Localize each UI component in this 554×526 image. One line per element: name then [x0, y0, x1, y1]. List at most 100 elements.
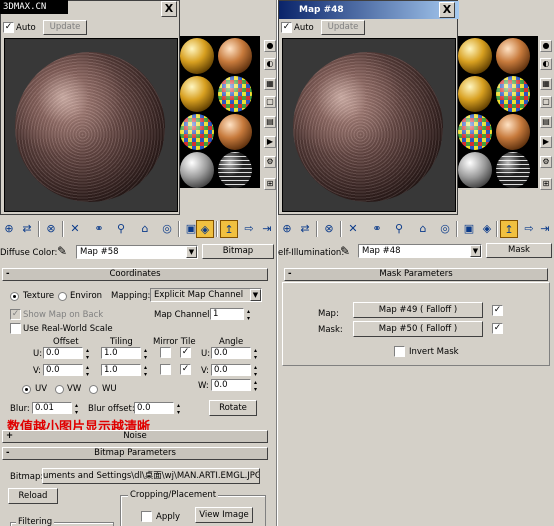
video-color-check-icon[interactable]: ▤ — [540, 116, 552, 128]
get-material-icon[interactable]: ⊕ — [278, 220, 296, 238]
library-icon[interactable]: ⌂ — [136, 220, 154, 238]
v-tile-checkbox[interactable]: ✓ — [180, 364, 191, 375]
background-icon[interactable]: ▦ — [264, 78, 276, 90]
make-preview-icon[interactable]: ▶ — [264, 136, 276, 148]
mask-slot-button[interactable]: Map #50 ( Falloff ) — [353, 321, 483, 337]
uv-tiling-icon[interactable]: ▢ — [264, 96, 276, 108]
sample-slot[interactable] — [180, 114, 214, 150]
auto-checkbox[interactable]: ✓ — [3, 22, 14, 33]
coordinates-rollout-header[interactable]: - Coordinates — [2, 268, 268, 281]
sample-slot[interactable] — [180, 76, 214, 112]
uv-tiling-icon[interactable]: ▢ — [540, 96, 552, 108]
sample-slot[interactable] — [180, 152, 214, 188]
update-button[interactable]: Update — [43, 20, 87, 35]
reload-button[interactable]: Reload — [8, 488, 58, 504]
backlight-icon[interactable]: ◐ — [540, 58, 552, 70]
map-channel-spinner[interactable]: 1 — [210, 308, 252, 322]
pick-material-icon[interactable]: ✎ — [57, 244, 67, 258]
sample-slot[interactable] — [458, 76, 492, 112]
pick-material-icon[interactable]: ✎ — [340, 244, 350, 258]
sample-slot[interactable] — [218, 114, 252, 150]
sample-slot[interactable] — [218, 76, 252, 112]
environ-radio[interactable] — [58, 292, 67, 301]
put-to-scene-icon[interactable]: ⇄ — [296, 220, 314, 238]
chevron-down-icon[interactable]: ▼ — [250, 289, 261, 301]
put-to-library-icon[interactable]: ⚲ — [390, 220, 408, 238]
sample-slot[interactable] — [180, 38, 214, 74]
material-id-icon[interactable]: ◎ — [436, 220, 454, 238]
go-to-parent-icon[interactable]: ↥ — [500, 220, 518, 238]
map-enable-checkbox[interactable]: ✓ — [492, 305, 503, 316]
mapping-dropdown[interactable]: Explicit Map Channel ▼ — [150, 288, 262, 302]
u-angle-spinner[interactable]: 0.0 — [211, 347, 259, 361]
mask-enable-checkbox[interactable]: ✓ — [492, 323, 503, 334]
sample-slot[interactable] — [218, 38, 252, 74]
sample-slot[interactable] — [458, 38, 492, 74]
make-preview-icon[interactable]: ▶ — [540, 136, 552, 148]
show-end-result-icon[interactable]: ◈ — [196, 220, 214, 238]
texture-radio[interactable] — [10, 292, 19, 301]
sample-slot[interactable] — [458, 152, 492, 188]
go-sibling-icon[interactable]: ⇥ — [258, 220, 276, 238]
make-unique-icon[interactable]: ⚭ — [368, 220, 386, 238]
put-to-scene-icon[interactable]: ⇄ — [18, 220, 36, 238]
put-to-library-icon[interactable]: ⚲ — [112, 220, 130, 238]
sample-slot[interactable] — [496, 152, 530, 188]
auto-checkbox[interactable]: ✓ — [281, 22, 292, 33]
get-material-icon[interactable]: ⊕ — [0, 220, 18, 238]
video-color-check-icon[interactable]: ▤ — [264, 116, 276, 128]
go-forward-icon[interactable]: ⇨ — [240, 220, 258, 238]
sample-slot[interactable] — [218, 152, 252, 188]
sample-slot[interactable] — [496, 38, 530, 74]
map-type-button[interactable]: Bitmap — [202, 244, 274, 259]
view-image-button[interactable]: View Image — [195, 507, 253, 523]
blur-spinner[interactable]: 0.01 — [32, 402, 80, 416]
invert-mask-checkbox[interactable] — [394, 346, 405, 357]
sample-slot[interactable] — [458, 114, 492, 150]
bitmap-path-button[interactable]: uments and Settings\dl\桌面\wj\MAN.ARTI.EM… — [42, 468, 260, 484]
sample-type-icon[interactable]: ● — [264, 40, 276, 52]
u-mirror-checkbox[interactable] — [160, 347, 171, 358]
options-icon[interactable]: ⚙ — [540, 156, 552, 168]
v-offset-spinner[interactable]: 0.0 — [43, 364, 91, 378]
sample-slot[interactable] — [496, 114, 530, 150]
background-icon[interactable]: ▦ — [540, 78, 552, 90]
map-name-field[interactable]: Map #58 ▼ — [76, 245, 198, 259]
show-end-result-icon[interactable]: ◈ — [478, 220, 496, 238]
bitmap-parameters-rollout-header[interactable]: - Bitmap Parameters — [2, 447, 268, 460]
chevron-down-icon[interactable]: ▼ — [470, 245, 481, 257]
assign-material-icon[interactable]: ⊗ — [320, 220, 338, 238]
map-slot-button[interactable]: Map #49 ( Falloff ) — [353, 302, 483, 318]
reset-map-icon[interactable]: ✕ — [344, 220, 362, 238]
uv-radio[interactable] — [22, 385, 31, 394]
show-map-icon[interactable]: ▣ — [460, 220, 478, 238]
preview-close-button[interactable]: X — [439, 2, 455, 18]
v-tiling-spinner[interactable]: 1.0 — [101, 364, 149, 378]
reset-map-icon[interactable]: ✕ — [66, 220, 84, 238]
vw-radio[interactable] — [55, 385, 64, 394]
update-button[interactable]: Update — [321, 20, 365, 35]
select-by-material-icon[interactable]: ⊞ — [540, 178, 552, 190]
make-unique-icon[interactable]: ⚭ — [90, 220, 108, 238]
sample-slot[interactable] — [496, 76, 530, 112]
select-by-material-icon[interactable]: ⊞ — [264, 178, 276, 190]
library-icon[interactable]: ⌂ — [414, 220, 432, 238]
apply-checkbox[interactable] — [141, 511, 152, 522]
u-tiling-spinner[interactable]: 1.0 — [101, 347, 149, 361]
v-angle-spinner[interactable]: 0.0 — [211, 364, 259, 378]
wu-radio[interactable] — [89, 385, 98, 394]
backlight-icon[interactable]: ◐ — [264, 58, 276, 70]
go-to-parent-icon[interactable]: ↥ — [220, 220, 238, 238]
options-icon[interactable]: ⚙ — [264, 156, 276, 168]
mask-parameters-rollout-header[interactable]: - Mask Parameters — [284, 268, 548, 281]
assign-material-icon[interactable]: ⊗ — [42, 220, 60, 238]
show-map-on-back-checkbox[interactable]: ✓ — [10, 309, 21, 320]
map-type-button[interactable]: Mask — [486, 243, 552, 258]
blur-offset-spinner[interactable]: 0.0 — [134, 402, 182, 416]
u-offset-spinner[interactable]: 0.0 — [43, 347, 91, 361]
preview-close-button[interactable]: X — [161, 1, 177, 17]
sample-type-icon[interactable]: ● — [540, 40, 552, 52]
chevron-down-icon[interactable]: ▼ — [186, 246, 197, 258]
u-tile-checkbox[interactable]: ✓ — [180, 347, 191, 358]
rotate-button[interactable]: Rotate — [209, 400, 257, 416]
